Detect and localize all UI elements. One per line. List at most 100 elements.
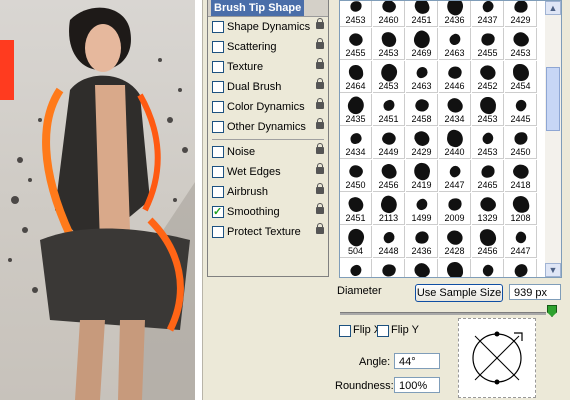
option-checkbox[interactable]	[212, 101, 224, 113]
brush-option-wet-edges[interactable]: Wet Edges	[208, 162, 328, 182]
brush-preset[interactable]: 2452	[472, 61, 504, 93]
brush-tip-shape-header[interactable]: Brush Tip Shape	[208, 0, 328, 17]
brush-preset[interactable]: 2453	[472, 94, 504, 126]
brush-angle-preview[interactable]	[458, 318, 536, 398]
option-checkbox[interactable]	[212, 61, 224, 73]
brush-option-other-dynamics[interactable]: Other Dynamics	[208, 117, 328, 137]
brush-preset[interactable]: 2463	[439, 28, 471, 60]
brush-preset[interactable]: 2435	[340, 93, 372, 126]
lock-icon[interactable]	[316, 163, 324, 174]
brush-preset[interactable]: 2455	[340, 28, 372, 60]
flip-y-checkbox[interactable]	[377, 325, 389, 337]
lock-icon[interactable]	[316, 223, 324, 234]
lock-icon[interactable]	[316, 98, 324, 109]
diameter-slider-knob[interactable]	[547, 305, 557, 317]
brush-preset[interactable]: 2453	[505, 28, 537, 60]
brush-preset[interactable]: 2458	[406, 94, 438, 126]
lock-icon[interactable]	[316, 143, 324, 154]
brush-preset[interactable]: 2453	[472, 127, 504, 159]
lock-icon[interactable]	[316, 118, 324, 129]
brush-preset[interactable]: 2453	[373, 61, 405, 93]
brush-option-color-dynamics[interactable]: Color Dynamics	[208, 97, 328, 117]
brush-preset[interactable]: 2447	[505, 226, 537, 258]
brush-preset[interactable]: 2429	[406, 127, 438, 159]
option-checkbox[interactable]	[212, 186, 224, 198]
use-sample-size-button[interactable]: Use Sample Size	[415, 284, 503, 302]
lock-icon[interactable]	[316, 78, 324, 89]
brush-preset[interactable]: 2463	[406, 61, 438, 93]
brush-preset[interactable]: 2453	[340, 1, 372, 27]
option-checkbox[interactable]	[212, 21, 224, 33]
brush-option-shape-dynamics[interactable]: Shape Dynamics	[208, 17, 328, 37]
brush-preset[interactable]: 2448	[373, 226, 405, 258]
brush-preset[interactable]: 1329	[472, 193, 504, 225]
brush-preset[interactable]: 2464	[340, 61, 372, 93]
brush-option-protect-texture[interactable]: Protect Texture	[208, 222, 328, 242]
brush-option-dual-brush[interactable]: Dual Brush	[208, 77, 328, 97]
brush-preset[interactable]: 1208	[505, 193, 537, 225]
brush-preset[interactable]: 2457	[505, 259, 537, 277]
brush-preset[interactable]: 2455	[472, 28, 504, 60]
diameter-slider-track[interactable]	[340, 312, 546, 315]
brush-preset[interactable]: 2441	[439, 259, 471, 277]
brush-preset[interactable]: 2113	[373, 193, 405, 225]
brush-preset[interactable]: 2440	[439, 127, 471, 159]
lock-icon[interactable]	[316, 38, 324, 49]
option-checkbox[interactable]	[212, 146, 224, 158]
option-checkbox[interactable]	[212, 81, 224, 93]
brush-preset[interactable]: 2428	[439, 226, 471, 258]
option-checkbox[interactable]	[212, 226, 224, 238]
brush-preset[interactable]: 504	[340, 226, 372, 258]
flip-x-checkbox[interactable]	[339, 325, 351, 337]
brush-preset[interactable]: 2436	[406, 226, 438, 258]
brush-preset[interactable]: 2434	[439, 94, 471, 126]
brush-preset[interactable]: 2418	[505, 160, 537, 192]
brush-preset[interactable]: 2465	[472, 160, 504, 192]
option-checkbox[interactable]	[212, 41, 224, 53]
brush-preset[interactable]: 2446	[439, 61, 471, 93]
brush-option-smoothing[interactable]: Smoothing	[208, 202, 328, 222]
diameter-field[interactable]: 939 px	[509, 284, 561, 300]
brush-preset[interactable]: 2435	[340, 259, 372, 277]
brush-preset[interactable]: 2422	[406, 259, 438, 277]
option-checkbox[interactable]	[212, 166, 224, 178]
lock-icon[interactable]	[316, 58, 324, 69]
brush-preset[interactable]: 2450	[340, 160, 372, 192]
brush-option-airbrush[interactable]: Airbrush	[208, 182, 328, 202]
brush-preset[interactable]: 2429	[505, 1, 537, 27]
brush-option-scattering[interactable]: Scattering	[208, 37, 328, 57]
option-checkbox[interactable]	[212, 202, 224, 222]
scroll-up-button[interactable]: ▲	[545, 1, 561, 15]
brush-preset[interactable]: 2460	[373, 1, 405, 27]
brush-preset[interactable]: 2434	[340, 127, 372, 159]
brush-preset[interactable]: 2456	[373, 160, 405, 192]
option-checkbox[interactable]	[212, 121, 224, 133]
brush-preset[interactable]: 2447	[439, 160, 471, 192]
brush-preset[interactable]: 2451	[373, 94, 405, 126]
angle-field[interactable]: 44°	[394, 353, 440, 369]
lock-icon[interactable]	[316, 203, 324, 214]
scroll-down-button[interactable]: ▼	[545, 263, 561, 277]
scroll-thumb[interactable]	[546, 67, 560, 131]
roundness-field[interactable]: 100%	[394, 377, 440, 393]
brush-preset[interactable]: 2456	[472, 226, 504, 258]
brush-preset[interactable]: 2449	[373, 127, 405, 159]
brush-preset[interactable]: 2453	[373, 28, 405, 60]
brush-preset[interactable]: 2469	[406, 28, 438, 60]
brush-preset[interactable]: 2451	[340, 193, 372, 225]
brush-preset[interactable]: 2454	[505, 61, 537, 93]
brush-preset[interactable]: 2445	[505, 94, 537, 126]
brush-option-noise[interactable]: Noise	[208, 142, 328, 162]
brush-grid-scrollbar[interactable]: ▲ ▼	[545, 0, 562, 278]
lock-icon[interactable]	[316, 183, 324, 194]
brush-preset[interactable]: 2450	[505, 127, 537, 159]
brush-preset[interactable]: 2437	[472, 1, 504, 27]
brush-preset[interactable]: 2436	[439, 1, 471, 27]
brush-preset[interactable]: 2455	[373, 259, 405, 277]
brush-preset[interactable]: 2451	[406, 1, 438, 27]
brush-preset[interactable]: 2456	[472, 259, 504, 277]
brush-preset[interactable]: 2009	[439, 193, 471, 225]
brush-preset[interactable]: 2419	[406, 160, 438, 192]
lock-icon[interactable]	[316, 18, 324, 29]
brush-option-texture[interactable]: Texture	[208, 57, 328, 77]
